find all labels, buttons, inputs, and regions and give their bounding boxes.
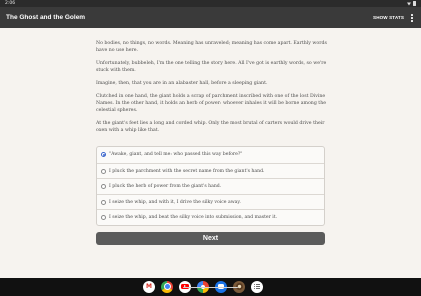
status-bar: 2:06 [0,0,421,7]
radio-unselected-icon[interactable] [101,215,106,221]
apps-icon[interactable] [251,280,263,293]
status-time: 2:06 [5,1,16,6]
system-icons [407,1,416,6]
choice-option[interactable]: I pluck the parchment with the secret na… [97,162,324,179]
choice-option[interactable]: I seize the whip, and with it, I drive t… [97,193,324,210]
show-stats-button[interactable]: SHOW STATS [373,7,404,28]
choice-option[interactable]: I pluck the herb of power from the giant… [97,178,324,194]
choice-label: I seize the whip, and beat the silky voi… [109,215,278,221]
app-bar: The Ghost and the Golem SHOW STATS [0,7,421,28]
story-paragraph: No bodies, no things, no words. Meaning … [96,41,327,54]
radio-selected-icon[interactable] [101,152,106,157]
next-button[interactable]: Next [96,232,325,245]
choice-label: I pluck the herb of power from the giant… [109,184,222,190]
wifi-icon [407,2,411,6]
story-paragraph: Unfortunately, bubbeleh, I'm the one tel… [96,60,327,74]
choice-list: "Awake, giant, and tell me: who passed t… [96,146,325,226]
radio-unselected-icon[interactable] [101,184,106,190]
choice-label: "Awake, giant, and tell me: who passed t… [109,152,243,157]
gmail-icon[interactable]: M [143,280,155,293]
choice-option[interactable]: I seize the whip, and beat the silky voi… [97,209,324,225]
more-vert-icon[interactable] [410,14,414,22]
choice-option[interactable]: "Awake, giant, and tell me: who passed t… [97,147,324,163]
choice-label: I pluck the parchment with the secret na… [109,168,265,174]
radio-unselected-icon[interactable] [101,168,106,174]
battery-icon [413,1,416,6]
app-title: The Ghost and the Golem [6,14,86,21]
radio-unselected-icon[interactable] [101,199,106,205]
choice-label: I seize the whip, and with it, I drive t… [109,199,241,205]
story-paragraph: At the giant's feet lies a long and cord… [96,120,325,133]
story-text: No bodies, no things, no words. Meaning … [96,40,328,140]
story-paragraph: Imagine, then, that you are in an alabas… [96,80,268,86]
chrome-icon[interactable] [161,280,173,293]
story-paragraph: Clutched in one hand, the giant holds a … [96,93,326,113]
